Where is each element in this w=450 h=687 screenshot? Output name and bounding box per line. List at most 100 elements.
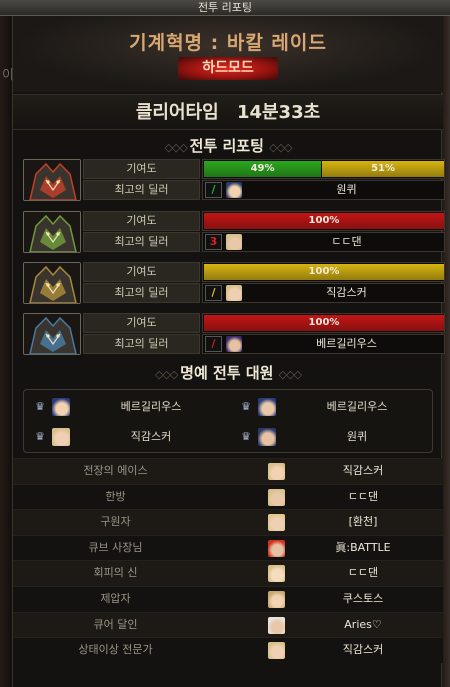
crown-icon: ♛ — [241, 400, 251, 413]
character-avatar-icon — [226, 336, 242, 352]
top-dealer-label: 최고의 딜러 — [83, 334, 200, 354]
award-winner-name: ㄷㄷ댄 — [347, 566, 379, 580]
contribution-label: 기여도 — [83, 262, 200, 282]
award-title: 큐어 달인 — [93, 617, 138, 631]
award-winner-name: 쿠스토스 — [342, 591, 384, 605]
award-row: 구원자 [환천] — [13, 509, 443, 535]
top-dealer-box: / 베르길리우스 — [202, 334, 445, 354]
award-title: 제압자 — [100, 591, 131, 605]
ornament-right-icon: ◇◇◇ — [278, 368, 302, 381]
contribution-label: 기여도 — [83, 159, 200, 179]
award-row: 회피의 신 ㄷㄷ댄 — [13, 560, 443, 586]
ornament-left-icon: ◇◇◇ — [154, 368, 181, 381]
character-avatar-icon — [226, 182, 242, 198]
honor-members-box: ♛ 베르길리우스 ♛ 베르길리우스 ♛ 직감스커 ♛ 원퀴 — [23, 389, 433, 453]
background-left — [0, 16, 12, 687]
battle-report-title: 전투 리포팅 — [189, 137, 264, 155]
contribution-segment: 49% — [204, 161, 322, 177]
top-dealer-name: ㄷㄷ댄 — [331, 235, 362, 248]
contribution-bar: 49% 51% — [202, 159, 445, 179]
character-avatar-icon — [268, 642, 285, 660]
character-avatar-icon — [268, 565, 285, 583]
character-avatar-icon — [268, 488, 285, 506]
boss-row: 기여도 최고의 딜러 100% / 베르길리우스 — [23, 313, 445, 355]
character-avatar-icon — [268, 463, 285, 480]
honor-heading: ◇◇◇ 명예 전투 대원 ◇◇◇ — [13, 361, 443, 385]
top-dealer-name: 직감스커 — [326, 286, 367, 299]
award-row: 제압자 쿠스토스 — [13, 585, 443, 612]
contribution-segment: 100% — [204, 213, 444, 229]
award-title: 한방 — [105, 489, 126, 503]
contribution-segment: 100% — [204, 264, 444, 280]
gold-dragon-boss-icon — [23, 262, 81, 304]
award-winner-name: ㄷㄷ댄 — [347, 489, 379, 503]
contribution-label: 기여도 — [83, 211, 200, 231]
top-dealer-label: 최고의 딜러 — [83, 180, 200, 200]
hard-mode-badge: 하드모드 — [178, 57, 278, 80]
character-avatar-icon — [258, 398, 276, 416]
award-winner-name: 직감스커 — [342, 464, 384, 477]
honor-member-name: 직감스커 — [130, 430, 172, 443]
job-class-icon: / — [205, 336, 222, 352]
contribution-bar: 100% — [202, 262, 445, 282]
award-title: 큐브 사장님 — [88, 540, 143, 554]
award-row: 상태이상 전문가 직감스커 — [13, 637, 443, 663]
award-winner-name: Aries♡ — [344, 617, 382, 631]
award-list: 전장의 에이스 직감스커 한방 ㄷㄷ댄 구원자 [환천] 큐브 사장님 眞:BATTLE 회피의… — [13, 458, 443, 663]
award-winner-name: [환천] — [348, 515, 378, 529]
clear-time-row: 클리어타임 14분33초 — [13, 94, 443, 130]
character-avatar-icon — [268, 616, 285, 634]
fire-dragon-boss-icon — [23, 159, 81, 201]
award-row: 큐어 달인 Aries♡ — [13, 611, 443, 638]
top-dealer-name: 원퀴 — [336, 183, 357, 196]
boss-row: 기여도 최고의 딜러 49% 51% / 원퀴 — [23, 159, 445, 201]
honor-member-name: 원퀴 — [346, 430, 368, 443]
character-avatar-icon — [226, 234, 242, 250]
top-dealer-box: / 원퀴 — [202, 180, 445, 200]
contribution-bar: 100% — [202, 211, 445, 231]
raid-header: 기계혁명 : 바칼 레이드 하드모드 — [13, 16, 443, 92]
job-class-icon: / — [205, 285, 222, 301]
award-title: 상태이상 전문가 — [78, 643, 153, 657]
top-dealer-label: 최고의 딜러 — [83, 232, 200, 252]
honor-member-name: 베르길리우스 — [120, 400, 182, 413]
character-avatar-icon — [268, 539, 285, 557]
clear-time-label: 클리어타임 — [135, 102, 219, 123]
honor-member: ♛ 베르길리우스 — [230, 393, 434, 421]
ornament-right-icon: ◇◇◇ — [269, 141, 292, 154]
character-avatar-icon — [52, 398, 70, 416]
top-dealer-box: / 직감스커 — [202, 283, 445, 303]
honor-member: ♛ 원퀴 — [230, 423, 434, 451]
top-dealer-label: 최고의 딜러 — [83, 283, 200, 303]
award-row: 한방 ㄷㄷ댄 — [13, 483, 443, 510]
clear-time-value: 14분33초 — [236, 102, 321, 123]
award-winner-name: 眞:BATTLE — [335, 540, 391, 554]
award-row: 전장의 에이스 직감스커 — [13, 458, 443, 484]
honor-member-name: 베르길리우스 — [326, 400, 388, 413]
award-title: 구원자 — [100, 515, 131, 529]
honor-title: 명예 전투 대원 — [180, 364, 274, 382]
top-dealer-name: 베르길리우스 — [316, 337, 377, 350]
character-avatar-icon — [268, 590, 285, 608]
crown-icon: ♛ — [35, 430, 45, 443]
award-title: 회피의 신 — [93, 566, 138, 580]
job-class-icon: 3 — [205, 234, 222, 250]
contribution-segment: 51% — [322, 161, 444, 177]
raid-title: 기계혁명 : 바칼 레이드 — [129, 32, 327, 54]
ice-dragon-boss-icon — [23, 313, 81, 355]
green-dragon-boss-icon — [23, 211, 81, 253]
character-avatar-icon — [226, 285, 242, 301]
award-row: 큐브 사장님 眞:BATTLE — [13, 534, 443, 561]
boss-row: 기여도 최고의 딜러 100% 3 ㄷㄷ댄 — [23, 211, 445, 253]
contribution-segment: 100% — [204, 315, 444, 331]
ornament-left-icon: ◇◇◇ — [164, 141, 190, 154]
character-avatar-icon — [52, 428, 70, 446]
top-dealer-box: 3 ㄷㄷ댄 — [202, 232, 445, 252]
contribution-label: 기여도 — [83, 313, 200, 333]
character-avatar-icon — [258, 428, 276, 446]
character-avatar-icon — [268, 514, 285, 532]
window-title: 전투 리포팅 — [0, 0, 450, 16]
honor-member: ♛ 베르길리우스 — [24, 393, 228, 421]
report-panel: 기계혁명 : 바칼 레이드 하드모드 클리어타임 14분33초 ◇◇◇ 전투 리… — [12, 16, 445, 687]
job-class-icon: / — [205, 182, 222, 198]
